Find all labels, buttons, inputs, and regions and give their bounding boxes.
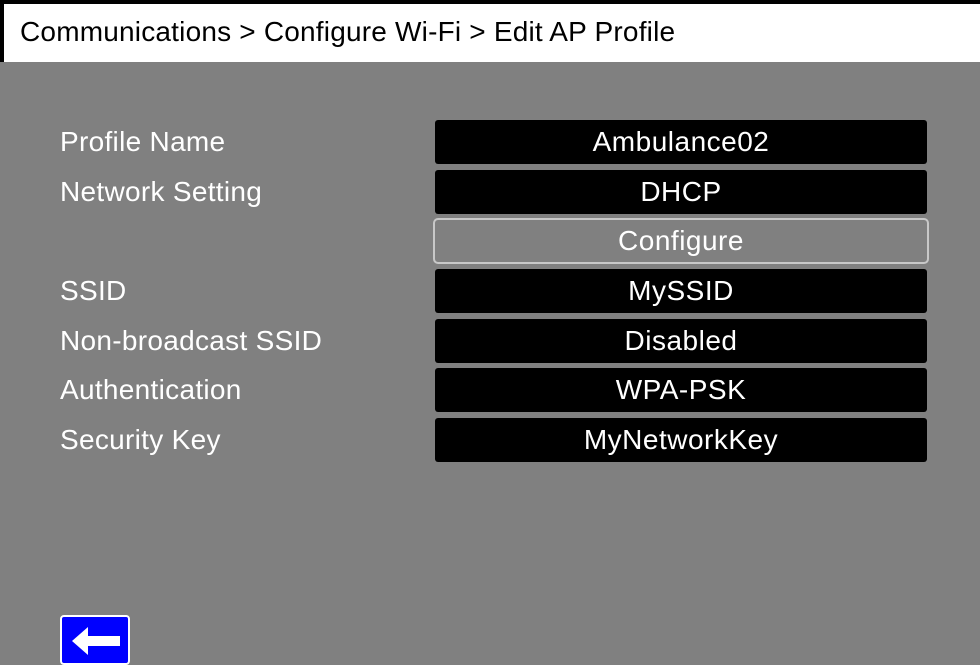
authentication-label: Authentication xyxy=(60,374,242,405)
non-broadcast-ssid-label: Non-broadcast SSID xyxy=(60,325,323,356)
configure-button[interactable]: Configure xyxy=(433,218,929,264)
back-button[interactable] xyxy=(60,615,130,665)
network-setting-label: Network Setting xyxy=(60,176,263,207)
ssid-label: SSID xyxy=(60,275,127,306)
network-setting-field[interactable]: DHCP xyxy=(435,170,927,214)
security-key-label: Security Key xyxy=(60,424,221,455)
authentication-row: Authentication WPA-PSK xyxy=(0,368,980,412)
ssid-field[interactable]: MySSID xyxy=(435,269,927,313)
configure-row: Configure xyxy=(0,218,980,264)
authentication-field[interactable]: WPA-PSK xyxy=(435,368,927,412)
security-key-row: Security Key MyNetworkKey xyxy=(0,418,980,462)
device-screen: Communications > Configure Wi-Fi > Edit … xyxy=(0,0,980,665)
left-arrow-icon xyxy=(72,627,120,655)
profile-name-field[interactable]: Ambulance02 xyxy=(435,120,927,164)
profile-name-row: Profile Name Ambulance02 xyxy=(0,120,980,164)
title-bar: Communications > Configure Wi-Fi > Edit … xyxy=(0,0,980,62)
network-setting-row: Network Setting DHCP xyxy=(0,170,980,214)
profile-name-label: Profile Name xyxy=(60,126,226,157)
security-key-field[interactable]: MyNetworkKey xyxy=(435,418,927,462)
non-broadcast-ssid-field[interactable]: Disabled xyxy=(435,319,927,363)
non-broadcast-ssid-row: Non-broadcast SSID Disabled xyxy=(0,319,980,363)
ssid-row: SSID MySSID xyxy=(0,269,980,313)
breadcrumb: Communications > Configure Wi-Fi > Edit … xyxy=(20,16,676,47)
